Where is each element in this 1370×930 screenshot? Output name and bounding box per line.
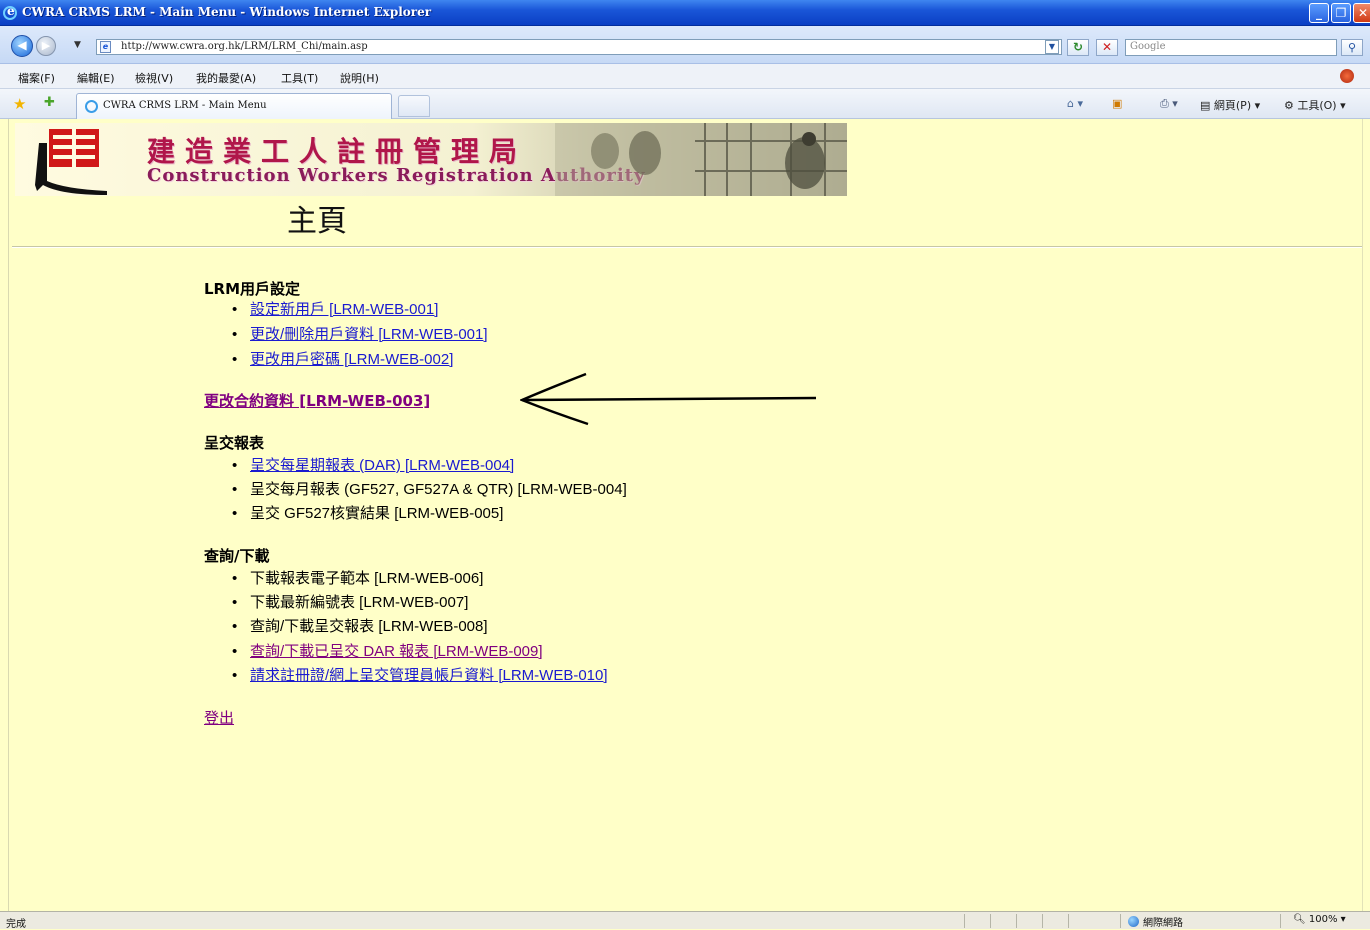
address-input[interactable]: e http://www.cwra.org.hk/LRM/LRM_Chi/mai… (96, 39, 1062, 55)
print-icon[interactable]: ⎙ ▾ (1160, 97, 1178, 111)
page-title: 主頁 (287, 204, 347, 239)
construction-workers-photo (555, 123, 847, 196)
menu-view[interactable]: 檢視(V) (135, 70, 173, 86)
menu-file[interactable]: 檔案(F) (18, 70, 55, 86)
page-menu[interactable]: ▤ 網頁(P) ▾ (1200, 97, 1260, 113)
banner-title-zh: 建造業工人註冊管理局 (147, 135, 528, 168)
list-item: • 下載最新編號表 [LRM-WEB-007] (232, 594, 469, 611)
address-dropdown-icon[interactable]: ▼ (1045, 40, 1059, 54)
title-bar[interactable]: CWRA CRMS LRM - Main Menu - Windows Inte… (0, 0, 1370, 26)
status-separator (1120, 914, 1121, 928)
page-icon: e (100, 41, 111, 53)
zoom-control[interactable]: 🔍︎ 100% ▾ (1293, 914, 1346, 925)
favorites-star-icon[interactable]: ★ (13, 95, 26, 113)
item-download-templates: 下載報表電子範本 [LRM-WEB-006] (250, 570, 484, 587)
zoom-label: 100% (1308, 914, 1338, 925)
address-url: http://www.cwra.org.hk/LRM/LRM_Chi/main.… (121, 41, 368, 52)
toolbar-addon-icon[interactable] (1340, 69, 1354, 83)
status-separator (990, 914, 991, 928)
list-item: • 查詢/下載已呈交 DAR 報表 [LRM-WEB-009] (232, 643, 543, 660)
list-item: • 更改用戶密碼 [LRM-WEB-002] (232, 351, 454, 368)
cwra-logo (35, 129, 107, 195)
status-separator (1280, 914, 1281, 928)
menu-help[interactable]: 說明(H) (340, 70, 379, 86)
list-item: • 呈交每月報表 (GF527, GF527A & QTR) [LRM-WEB-0… (232, 481, 627, 498)
status-separator (1042, 914, 1043, 928)
item-submit-monthly: 呈交每月報表 (GF527, GF527A & QTR) [LRM-WEB-00… (250, 481, 627, 498)
tools-menu-label: 工具(O) (1297, 99, 1337, 112)
security-zone[interactable]: 網際網路 (1128, 914, 1183, 929)
refresh-icon[interactable]: ↻ (1067, 39, 1089, 56)
section-title-submit-reports: 呈交報表 (204, 434, 265, 452)
logout-link[interactable]: 登出 (204, 707, 234, 728)
forward-button[interactable]: ▶ (36, 36, 56, 56)
search-placeholder: Google (1130, 41, 1166, 52)
status-text: 完成 (6, 919, 26, 930)
status-separator (1068, 914, 1069, 928)
menu-favorites[interactable]: 我的最愛(A) (196, 70, 256, 86)
search-icon[interactable]: ⚲ (1341, 39, 1363, 56)
link-request-registration-cert[interactable]: 請求註冊證/網上呈交管理員帳戶資料 [LRM-WEB-010] (250, 667, 608, 684)
link-edit-delete-user[interactable]: 更改/刪除用戶資料 [LRM-WEB-001] (250, 326, 488, 343)
ie-logo-icon (3, 4, 17, 20)
minimize-button[interactable]: _ (1309, 3, 1329, 23)
tab-main-menu[interactable]: CWRA CRMS LRM - Main Menu (76, 93, 392, 119)
list-item: • 更改/刪除用戶資料 [LRM-WEB-001] (232, 326, 488, 343)
address-toolbar: ◀ ▶ ▼ e http://www.cwra.org.hk/LRM/LRM_C… (0, 26, 1370, 64)
page-menu-label: 網頁(P) (1213, 99, 1252, 112)
stop-icon[interactable]: ✕ (1096, 39, 1118, 56)
section-title-query-download: 查詢/下載 (204, 547, 270, 565)
maximize-button[interactable]: ❐ (1331, 3, 1351, 23)
tab-bar: ★ ✚ CWRA CRMS LRM - Main Menu ⌂ ▾ ▣ ⎙ ▾ … (0, 89, 1370, 119)
search-input[interactable]: Google (1125, 39, 1337, 56)
zone-label: 網際網路 (1143, 918, 1183, 929)
link-change-password[interactable]: 更改用戶密碼 [LRM-WEB-002] (250, 351, 453, 368)
tab-label: CWRA CRMS LRM - Main Menu (103, 100, 267, 111)
status-separator (1016, 914, 1017, 928)
item-download-code-table: 下載最新編號表 [LRM-WEB-007] (250, 594, 469, 611)
link-create-user[interactable]: 設定新用戶 [LRM-WEB-001] (250, 301, 438, 318)
item-submit-gf527-verification: 呈交 GF527核實結果 [LRM-WEB-005] (250, 505, 504, 522)
list-item: • 呈交 GF527核實結果 [LRM-WEB-005] (232, 505, 504, 522)
item-query-submitted-reports: 查詢/下載呈交報表 [LRM-WEB-008] (250, 618, 488, 635)
home-icon[interactable]: ⌂ ▾ (1067, 97, 1083, 110)
list-item: • 設定新用戶 [LRM-WEB-001] (232, 301, 439, 318)
content-border (8, 119, 9, 911)
back-button[interactable]: ◀ (11, 35, 33, 57)
recent-pages-dropdown[interactable]: ▼ (74, 40, 81, 50)
menu-edit[interactable]: 編輯(E) (77, 70, 115, 86)
vertical-scrollbar[interactable] (1362, 119, 1370, 911)
new-tab-button[interactable] (398, 95, 430, 117)
add-favorite-icon[interactable]: ✚ (44, 95, 55, 110)
window-title: CWRA CRMS LRM - Main Menu - Windows Inte… (22, 5, 432, 19)
close-button[interactable]: ✕ (1353, 3, 1370, 23)
status-bar: 完成 網際網路 🔍︎ 100% ▾ (0, 911, 1370, 930)
menu-bar: 檔案(F) 編輯(E) 檢視(V) 我的最愛(A) 工具(T) 說明(H) (0, 64, 1370, 89)
menu-tools[interactable]: 工具(T) (281, 70, 318, 86)
list-item: • 下載報表電子範本 [LRM-WEB-006] (232, 570, 484, 587)
link-query-submitted-dar[interactable]: 查詢/下載已呈交 DAR 報表 [LRM-WEB-009] (250, 643, 543, 660)
status-separator (964, 914, 965, 928)
list-item: • 請求註冊證/網上呈交管理員帳戶資料 [LRM-WEB-010] (232, 667, 608, 684)
list-item: • 呈交每星期報表 (DAR) [LRM-WEB-004] (232, 457, 515, 474)
divider (12, 246, 1362, 248)
section-title-user-settings: LRM用戶設定 (204, 280, 301, 298)
zoom-icon: 🔍︎ (1293, 914, 1306, 925)
link-submit-weekly-dar[interactable]: 呈交每星期報表 (DAR) [LRM-WEB-004] (250, 457, 514, 474)
annotation-arrow (520, 372, 817, 426)
globe-icon (1128, 916, 1139, 927)
header-banner: 建造業工人註冊管理局 Construction Workers Registra… (15, 123, 847, 196)
feeds-icon[interactable]: ▣ (1112, 97, 1122, 110)
tools-menu[interactable]: ⚙ 工具(O) ▾ (1284, 97, 1346, 113)
list-item: • 查詢/下載呈交報表 [LRM-WEB-008] (232, 618, 488, 635)
link-change-contract[interactable]: 更改合約資料 [LRM-WEB-003] (204, 390, 430, 411)
ie-tab-icon (85, 100, 98, 113)
